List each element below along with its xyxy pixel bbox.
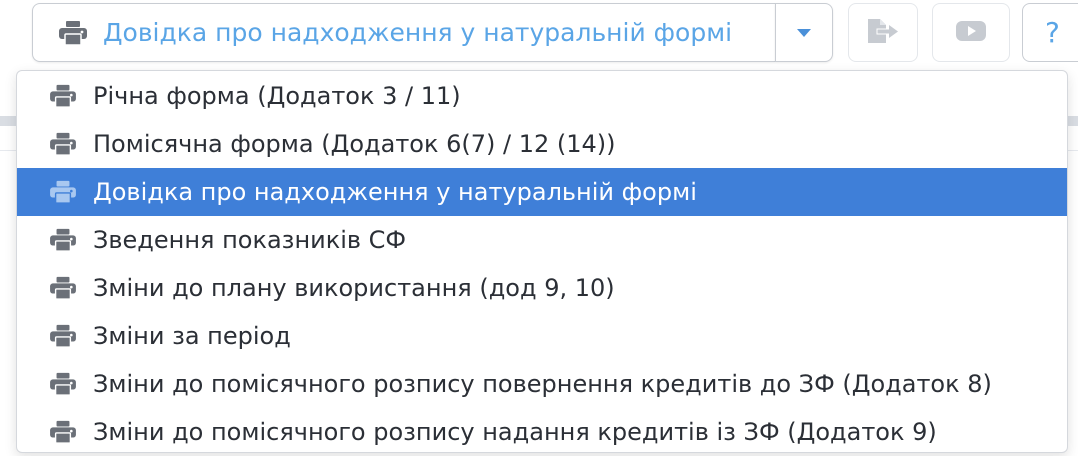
export-button[interactable] — [848, 3, 918, 62]
report-dropdown-toggle[interactable] — [775, 3, 833, 62]
video-button[interactable] — [932, 3, 1010, 62]
menu-item-loan-return-changes[interactable]: Зміни до помісячного розпису повернення … — [17, 360, 1067, 408]
menu-item-label: Зведення показників СФ — [93, 226, 407, 254]
printer-icon — [49, 275, 77, 301]
menu-item-label: Зміни до помісячного розпису надання кре… — [93, 418, 937, 446]
printer-icon — [57, 19, 89, 47]
menu-item-annual-form[interactable]: Річна форма (Додаток 3 / 11) — [17, 72, 1067, 120]
printer-icon — [49, 419, 77, 445]
youtube-icon — [955, 19, 987, 47]
menu-item-label: Довідка про надходження у натуральній фо… — [93, 178, 697, 206]
printer-icon — [49, 131, 77, 157]
printer-icon — [49, 371, 77, 397]
export-icon — [866, 17, 900, 49]
menu-item-label: Зміни до помісячного розпису повернення … — [93, 370, 992, 398]
printer-icon — [49, 83, 77, 109]
menu-item-usage-plan-changes[interactable]: Зміни до плану використання (дод 9, 10) — [17, 264, 1067, 312]
menu-item-period-changes[interactable]: Зміни за період — [17, 312, 1067, 360]
printer-icon — [49, 323, 77, 349]
menu-item-label: Зміни за період — [93, 322, 291, 350]
report-select-label: Довідка про надходження у натуральній фо… — [103, 18, 733, 47]
menu-item-monthly-form[interactable]: Помісячна форма (Додаток 6(7) / 12 (14)) — [17, 120, 1067, 168]
menu-item-loan-issue-changes[interactable]: Зміни до помісячного розпису надання кре… — [17, 408, 1067, 456]
menu-item-label: Річна форма (Додаток 3 / 11) — [93, 82, 461, 110]
caret-down-icon — [797, 28, 811, 37]
menu-item-sf-summary[interactable]: Зведення показників СФ — [17, 216, 1067, 264]
menu-item-label: Помісячна форма (Додаток 6(7) / 12 (14)) — [93, 130, 616, 158]
printer-icon — [49, 179, 77, 205]
menu-item-label: Зміни до плану використання (дод 9, 10) — [93, 274, 615, 302]
help-button[interactable]: ? — [1022, 3, 1078, 62]
report-select-button[interactable]: Довідка про надходження у натуральній фо… — [32, 3, 775, 62]
menu-item-natural-form-certificate[interactable]: Довідка про надходження у натуральній фо… — [17, 168, 1067, 216]
help-icon: ? — [1045, 16, 1060, 49]
report-dropdown-menu: Річна форма (Додаток 3 / 11) Помісячна ф… — [16, 70, 1068, 453]
printer-icon — [49, 227, 77, 253]
